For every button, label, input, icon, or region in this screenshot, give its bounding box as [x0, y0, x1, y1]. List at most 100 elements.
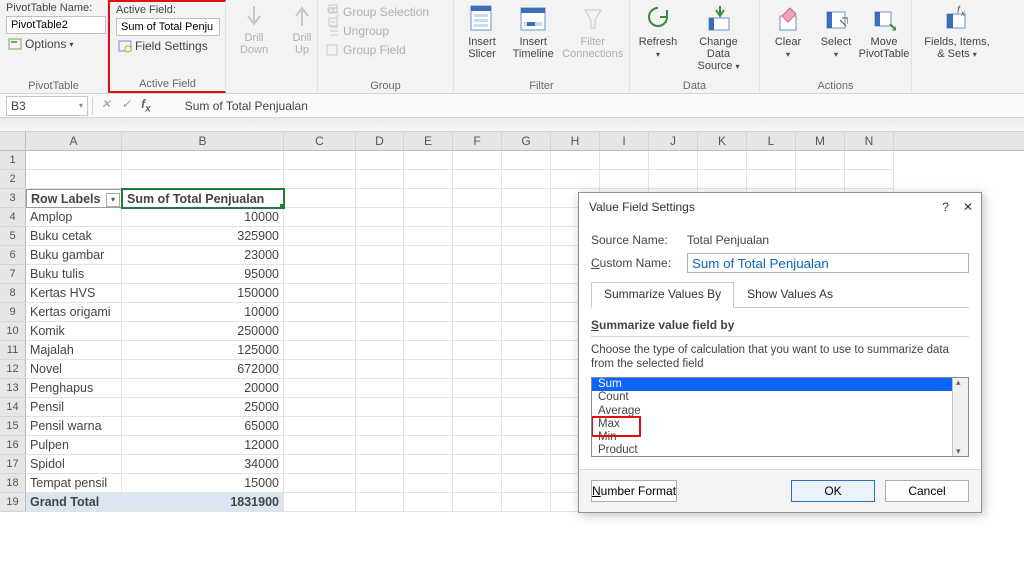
cell[interactable]: Pensil — [26, 398, 122, 417]
cell[interactable] — [747, 170, 796, 189]
cell[interactable] — [284, 265, 356, 284]
cell[interactable] — [404, 417, 453, 436]
cell[interactable] — [284, 341, 356, 360]
cell[interactable]: Kertas HVS — [26, 284, 122, 303]
column-header[interactable]: A — [26, 132, 122, 150]
cell[interactable] — [356, 189, 404, 208]
tab-show-values-as[interactable]: Show Values As — [734, 282, 846, 308]
cell[interactable] — [404, 436, 453, 455]
cell[interactable]: 10000 — [122, 303, 284, 322]
column-header[interactable]: F — [453, 132, 502, 150]
cell[interactable]: Komik — [26, 322, 122, 341]
cell[interactable] — [284, 455, 356, 474]
row-header[interactable]: 18 — [0, 474, 26, 493]
cell[interactable]: 10000 — [122, 208, 284, 227]
cell[interactable]: 1831900 — [122, 493, 284, 512]
cell[interactable] — [453, 436, 502, 455]
cell[interactable] — [356, 322, 404, 341]
active-field-input[interactable] — [116, 18, 220, 36]
row-header[interactable]: 17 — [0, 455, 26, 474]
cell[interactable] — [404, 284, 453, 303]
cell[interactable] — [356, 246, 404, 265]
cell[interactable] — [502, 341, 551, 360]
cell[interactable]: Tempat pensil — [26, 474, 122, 493]
cell[interactable] — [453, 379, 502, 398]
cell[interactable] — [502, 189, 551, 208]
column-header[interactable]: I — [600, 132, 649, 150]
row-header[interactable]: 9 — [0, 303, 26, 322]
column-header[interactable]: C — [284, 132, 356, 150]
row-header[interactable]: 2 — [0, 170, 26, 189]
cell[interactable] — [404, 246, 453, 265]
close-icon[interactable]: ✕ — [963, 200, 973, 214]
cell[interactable]: 325900 — [122, 227, 284, 246]
ok-button[interactable]: OK — [791, 480, 875, 502]
column-header[interactable]: L — [747, 132, 796, 150]
column-header[interactable]: N — [845, 132, 894, 150]
cell[interactable] — [698, 151, 747, 170]
name-box[interactable]: B3▾ — [6, 96, 88, 116]
row-header[interactable]: 8 — [0, 284, 26, 303]
cell[interactable]: 20000 — [122, 379, 284, 398]
cell[interactable] — [404, 151, 453, 170]
cell[interactable] — [453, 474, 502, 493]
cell[interactable]: Buku gambar — [26, 246, 122, 265]
tab-summarize[interactable]: Summarize Values By — [591, 282, 734, 308]
cell[interactable]: Buku tulis — [26, 265, 122, 284]
cell[interactable]: Spidol — [26, 455, 122, 474]
function-option[interactable]: Average — [592, 405, 952, 418]
cell[interactable] — [356, 303, 404, 322]
cell[interactable] — [453, 341, 502, 360]
cell[interactable] — [404, 265, 453, 284]
cell[interactable]: Pulpen — [26, 436, 122, 455]
cell[interactable] — [502, 227, 551, 246]
cell[interactable] — [502, 151, 551, 170]
cell[interactable] — [404, 322, 453, 341]
row-header[interactable]: 10 — [0, 322, 26, 341]
cell[interactable] — [404, 170, 453, 189]
cell[interactable] — [26, 151, 122, 170]
formula-content[interactable]: Sum of Total Penjualan — [159, 99, 308, 113]
cell[interactable] — [284, 436, 356, 455]
cell[interactable] — [122, 170, 284, 189]
cell[interactable]: Buku cetak — [26, 227, 122, 246]
cell[interactable] — [404, 341, 453, 360]
cell[interactable] — [356, 455, 404, 474]
cell[interactable] — [649, 170, 698, 189]
custom-name-input[interactable] — [687, 253, 969, 273]
cell[interactable]: Novel — [26, 360, 122, 379]
fx-icon[interactable]: fx — [141, 97, 151, 114]
cell[interactable] — [284, 170, 356, 189]
clear-button[interactable]: Clear▾ — [766, 2, 810, 61]
column-header[interactable]: M — [796, 132, 845, 150]
cell[interactable] — [502, 455, 551, 474]
cell[interactable]: Sum of Total Penjualan — [122, 189, 284, 208]
cell[interactable] — [356, 360, 404, 379]
cell[interactable] — [284, 398, 356, 417]
cell[interactable] — [502, 322, 551, 341]
insert-timeline-button[interactable]: Insert Timeline — [508, 2, 558, 60]
cell[interactable] — [502, 208, 551, 227]
cell[interactable]: Kertas origami — [26, 303, 122, 322]
row-header[interactable]: 1 — [0, 151, 26, 170]
cell[interactable] — [502, 303, 551, 322]
cell[interactable] — [356, 417, 404, 436]
cell[interactable] — [356, 151, 404, 170]
cell[interactable] — [453, 170, 502, 189]
cell[interactable] — [502, 493, 551, 512]
cell[interactable] — [284, 379, 356, 398]
cell[interactable] — [26, 170, 122, 189]
row-header[interactable]: 15 — [0, 417, 26, 436]
cell[interactable]: 23000 — [122, 246, 284, 265]
cell[interactable] — [356, 379, 404, 398]
cell[interactable] — [404, 189, 453, 208]
cell[interactable] — [404, 455, 453, 474]
cell[interactable] — [356, 170, 404, 189]
pivottable-name-input[interactable] — [6, 16, 106, 34]
row-header[interactable]: 16 — [0, 436, 26, 455]
column-header[interactable]: J — [649, 132, 698, 150]
move-pivottable-button[interactable]: Move PivotTable — [862, 2, 906, 60]
cell[interactable] — [284, 474, 356, 493]
cell[interactable] — [600, 170, 649, 189]
cell[interactable]: Amplop — [26, 208, 122, 227]
